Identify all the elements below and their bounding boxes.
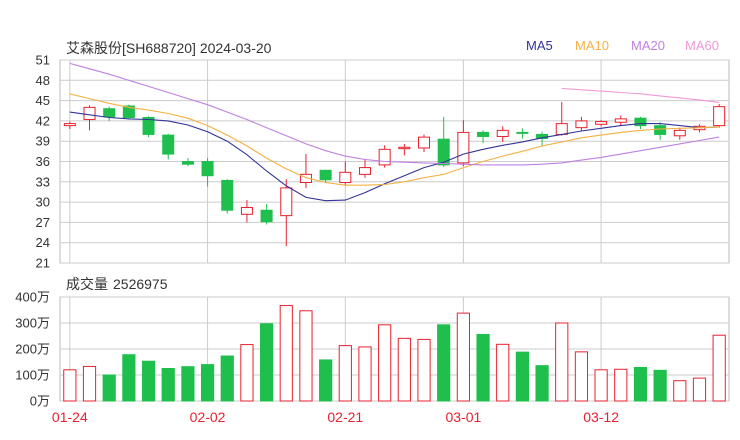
legend-ma60: MA60 xyxy=(685,38,719,53)
candle-body xyxy=(555,123,568,135)
date-label: 02-02 xyxy=(190,409,226,425)
volume-bar xyxy=(456,312,470,402)
volume-ytick-label: 0万 xyxy=(30,394,50,409)
candle-body xyxy=(319,169,332,181)
volume-bar xyxy=(692,377,707,402)
candle-body xyxy=(280,187,293,217)
date-label: 02-21 xyxy=(327,409,363,425)
volume-bar xyxy=(614,368,628,402)
price-ytick-label: 39 xyxy=(36,134,50,149)
date-label: 03-01 xyxy=(445,409,481,425)
volume-bar xyxy=(535,365,549,402)
candle-body xyxy=(398,146,411,150)
candle-body xyxy=(673,129,686,137)
candle-body xyxy=(339,171,352,183)
volume-ytick-label: 200万 xyxy=(15,342,50,357)
volume-label: 成交量 xyxy=(66,276,108,292)
volume-bar xyxy=(240,344,254,402)
price-ytick-label: 21 xyxy=(36,256,50,271)
volume-bar xyxy=(515,351,529,402)
candle-body xyxy=(201,161,214,177)
candle-body xyxy=(240,207,253,215)
volume-bar xyxy=(673,380,687,402)
candle-body xyxy=(595,121,608,125)
price-ytick-label: 48 xyxy=(36,73,50,88)
volume-bar xyxy=(102,374,116,402)
candle-body xyxy=(457,131,470,164)
volume-bar xyxy=(200,364,215,402)
volume-bar xyxy=(574,351,589,402)
candle-body xyxy=(713,106,726,127)
volume-bar xyxy=(181,366,195,402)
candle-body xyxy=(63,123,76,127)
volume-bar xyxy=(299,310,313,402)
volume-bar xyxy=(397,337,411,402)
volume-bar xyxy=(437,324,451,402)
candle-body xyxy=(654,125,667,135)
volume-ytick-label: 100万 xyxy=(15,368,50,383)
legend-ma5: MA5 xyxy=(526,38,553,53)
volume-bar xyxy=(633,366,648,402)
price-ytick-label: 27 xyxy=(36,215,50,230)
volume-bar xyxy=(653,369,667,402)
volume-bar xyxy=(594,369,608,402)
candle-body xyxy=(575,120,588,129)
candle-body xyxy=(496,129,509,137)
volume-title: 成交量 2526975 xyxy=(66,274,173,294)
candle-body xyxy=(162,134,175,155)
price-ytick-label: 33 xyxy=(36,174,50,189)
candle-body xyxy=(418,136,431,149)
chart-title: 艾森股份[SH688720] 2024-03-20 xyxy=(66,40,272,56)
candle-body xyxy=(358,167,371,175)
volume-bar xyxy=(260,323,274,402)
legend-ma20: MA20 xyxy=(631,38,665,53)
candle-body xyxy=(477,131,490,137)
candle-body xyxy=(516,131,529,134)
volume-bar xyxy=(122,354,136,402)
price-ytick-label: 51 xyxy=(36,53,50,68)
candle-body xyxy=(260,209,273,223)
volume-bar xyxy=(141,360,156,402)
volume-bar xyxy=(417,338,431,402)
volume-bar xyxy=(378,324,392,402)
volume-bar xyxy=(220,355,234,402)
price-ytick-label: 36 xyxy=(36,154,50,169)
candle-body xyxy=(181,161,194,165)
candle-body xyxy=(83,106,96,121)
volume-bar xyxy=(476,333,490,402)
candle-body xyxy=(614,118,627,123)
volume-bar xyxy=(63,369,77,402)
stock-chart: 21 24 27 30 33 36 39 42 45 48 51 0万 100万 200万 300万 400万… xyxy=(15,53,730,425)
volume-bar xyxy=(161,368,175,402)
legend-ma10: MA10 xyxy=(575,38,609,53)
ma-line-ma5 xyxy=(69,111,720,202)
volume-bar xyxy=(338,345,352,402)
volume-bar xyxy=(358,346,372,402)
volume-value: 2526975 xyxy=(113,276,168,292)
date-label: 03-12 xyxy=(583,409,619,425)
price-ytick-label: 45 xyxy=(36,93,50,108)
volume-bar xyxy=(555,322,569,402)
volume-bar xyxy=(496,343,510,402)
volume-ytick-label: 300万 xyxy=(15,316,50,331)
volume-bar xyxy=(82,365,97,402)
candle-body xyxy=(378,148,391,166)
price-ytick-label: 42 xyxy=(36,113,50,128)
volume-bar xyxy=(319,359,333,402)
candle-body xyxy=(103,108,116,118)
price-ytick-label: 30 xyxy=(36,195,50,210)
volume-bar xyxy=(712,334,726,402)
date-label: 01-24 xyxy=(52,409,88,425)
volume-ytick-label: 400万 xyxy=(15,290,50,305)
candle-body xyxy=(221,179,234,211)
price-ytick-label: 24 xyxy=(36,235,50,250)
volume-bar xyxy=(279,305,293,402)
